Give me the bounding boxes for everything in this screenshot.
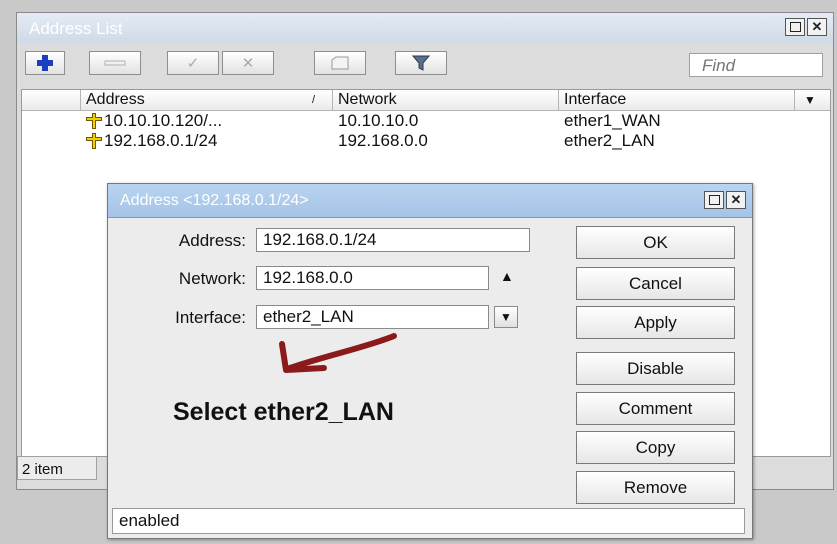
annotation-text: Select ether2_LAN	[173, 398, 394, 426]
annotation-arrow-icon	[279, 333, 397, 373]
dialog-maximize-button[interactable]	[704, 191, 724, 209]
apply-button[interactable]: Apply	[576, 306, 735, 339]
column-address[interactable]: Address	[86, 91, 145, 109]
filter-button[interactable]	[395, 51, 447, 75]
toolbar: ✓ ✕	[17, 43, 833, 83]
column-separator	[332, 90, 333, 110]
dialog-titlebar: Address <192.168.0.1/24> ✕	[108, 184, 752, 218]
copy-button[interactable]: Copy	[576, 431, 735, 464]
table-header: Address / Network Interface ▼	[22, 90, 830, 111]
row-address: 10.10.10.120/...	[104, 111, 223, 130]
collapse-up-icon[interactable]: ▲	[500, 268, 514, 284]
remove-button[interactable]	[89, 51, 141, 75]
address-dialog: Address <192.168.0.1/24> ✕ Address: 192.…	[107, 183, 753, 539]
dialog-window-controls: ✕	[704, 191, 746, 209]
interface-label: Interface:	[175, 308, 246, 327]
table-row[interactable]: 192.168.0.1/24 192.168.0.0 ether2_LAN	[22, 131, 830, 150]
column-separator	[80, 90, 81, 110]
column-separator	[558, 90, 559, 110]
add-button[interactable]	[25, 51, 65, 75]
comment-note-icon	[331, 56, 349, 70]
row-network: 10.10.10.0	[338, 111, 419, 130]
maximize-button[interactable]	[785, 18, 805, 36]
item-count-status: 2 item	[17, 456, 97, 480]
table-row[interactable]: 10.10.10.120/... 10.10.10.0 ether1_WAN	[22, 111, 830, 130]
dialog-title: Address <192.168.0.1/24>	[120, 192, 309, 209]
ok-button[interactable]: OK	[576, 226, 735, 259]
network-label: Network:	[178, 269, 246, 288]
window-title: Address List	[29, 19, 123, 38]
row-interface: ether1_WAN	[564, 111, 661, 130]
cancel-button[interactable]: Cancel	[576, 267, 735, 300]
dialog-close-button[interactable]: ✕	[726, 191, 746, 209]
address-field[interactable]: 192.168.0.1/24	[256, 228, 530, 252]
address-list-titlebar: Address List ✕	[17, 13, 833, 43]
disable-button[interactable]: Disable	[576, 352, 735, 385]
close-icon: ✕	[730, 192, 742, 207]
column-network[interactable]: Network	[338, 91, 397, 109]
find-input[interactable]	[689, 53, 823, 77]
close-icon: ✕	[811, 19, 823, 34]
row-address: 192.168.0.1/24	[104, 131, 218, 150]
enable-check-icon: ✓	[186, 55, 200, 72]
remove-icon	[104, 60, 126, 66]
column-interface[interactable]: Interface	[564, 91, 626, 109]
enable-button[interactable]: ✓	[167, 51, 219, 75]
maximize-icon	[789, 22, 801, 32]
filter-funnel-icon	[412, 55, 430, 71]
add-icon	[37, 55, 53, 71]
dropdown-icon[interactable]: ▼	[804, 93, 816, 107]
comment-button[interactable]: Comment	[576, 392, 735, 425]
network-field[interactable]: 192.168.0.0	[256, 266, 489, 290]
interface-select[interactable]: ether2_LAN	[256, 305, 489, 329]
comment-button[interactable]	[314, 51, 366, 75]
address-label: Address:	[178, 231, 246, 250]
window-controls: ✕	[785, 18, 827, 36]
interface-dropdown-button[interactable]: ▼	[494, 306, 518, 328]
dropdown-icon: ▼	[500, 310, 512, 324]
dialog-status: enabled	[112, 508, 745, 534]
maximize-icon	[708, 195, 720, 205]
sort-arrow-icon: /	[312, 94, 316, 106]
row-interface: ether2_LAN	[564, 131, 655, 150]
disable-button[interactable]: ✕	[222, 51, 274, 75]
row-network: 192.168.0.0	[338, 131, 428, 150]
close-button[interactable]: ✕	[807, 18, 827, 36]
address-plus-icon	[86, 133, 102, 154]
column-separator	[794, 90, 795, 110]
remove-button[interactable]: Remove	[576, 471, 735, 504]
disable-x-icon: ✕	[241, 55, 255, 72]
